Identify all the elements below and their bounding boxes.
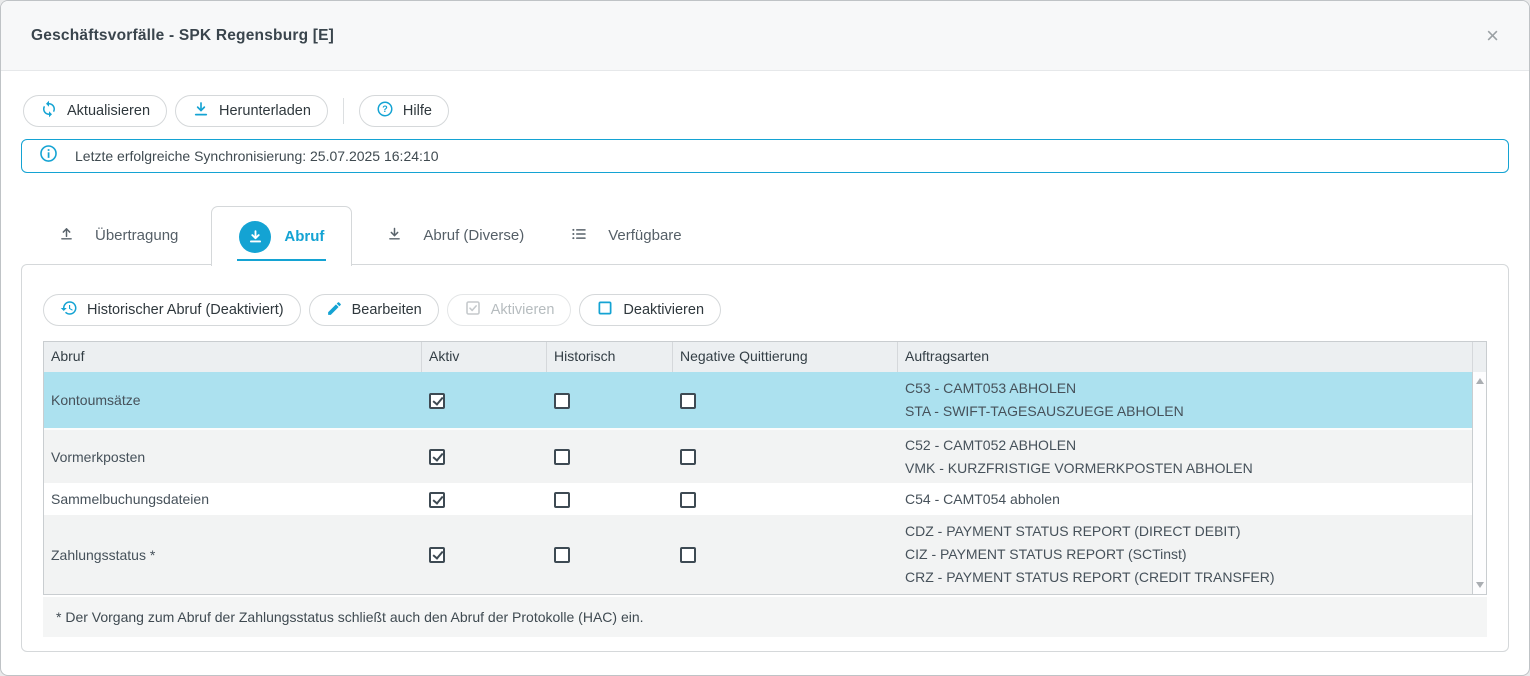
auftragsarten-cell: C54 - CAMT054 abholen	[898, 488, 1472, 511]
close-button[interactable]: ×	[1486, 25, 1499, 47]
scroll-down-icon[interactable]	[1476, 582, 1484, 588]
column-header-abruf: Abruf	[44, 342, 422, 372]
auftragsart-line: VMK - KURZFRISTIGE VORMERKPOSTEN ABHOLEN	[905, 457, 1472, 480]
checkbox-aktiv[interactable]	[429, 547, 445, 563]
auftragsart-line: C53 - CAMT053 ABHOLEN	[905, 377, 1472, 400]
auftragsarten-cell: CDZ - PAYMENT STATUS REPORT (DIRECT DEBI…	[898, 520, 1472, 589]
tab-label: Abruf	[284, 228, 324, 245]
table-header: Abruf Aktiv Historisch Negative Quittier…	[44, 342, 1472, 372]
auftragsart-line: C54 - CAMT054 abholen	[905, 488, 1472, 511]
table-scrollbar[interactable]	[1472, 342, 1486, 594]
refresh-icon	[40, 100, 58, 122]
checkbox-negative-quittierung[interactable]	[680, 449, 696, 465]
tab-abruf[interactable]: Abruf	[211, 206, 352, 266]
refresh-button-label: Aktualisieren	[67, 103, 150, 119]
auftragsart-line: CDZ - PAYMENT STATUS REPORT (DIRECT DEBI…	[905, 520, 1472, 543]
checkbox-aktiv[interactable]	[429, 449, 445, 465]
row-label: Vormerkposten	[44, 449, 422, 465]
footnote-bar: * Der Vorgang zum Abruf der Zahlungsstat…	[43, 597, 1487, 637]
help-button-label: Hilfe	[403, 103, 432, 119]
auftragsart-line: CRZ - PAYMENT STATUS REPORT (CREDIT TRAN…	[905, 566, 1472, 589]
checkbox-checked-icon	[464, 299, 482, 321]
tab-label: Übertragung	[95, 227, 178, 244]
auftragsarten-cell: C53 - CAMT053 ABHOLEN STA - SWIFT-TAGESA…	[898, 377, 1472, 423]
table-row-zahlungsstatus[interactable]: Zahlungsstatus * CDZ - PAYMENT STATUS RE…	[44, 515, 1472, 594]
upload-icon	[58, 225, 75, 246]
checkbox-negative-quittierung[interactable]	[680, 393, 696, 409]
checkbox-historisch[interactable]	[554, 547, 570, 563]
toolbar: Aktualisieren Herunterladen ? Hilfe	[23, 95, 1529, 127]
close-icon: ×	[1486, 23, 1499, 48]
history-icon	[60, 299, 78, 321]
tab-label: Abruf (Diverse)	[423, 227, 524, 244]
download-button-label: Herunterladen	[219, 103, 311, 119]
sync-status-text: Letzte erfolgreiche Synchronisierung: 25…	[75, 148, 438, 164]
checkbox-negative-quittierung[interactable]	[680, 547, 696, 563]
activate-label: Aktivieren	[491, 302, 555, 318]
list-icon	[570, 225, 588, 247]
checkbox-outline-icon	[596, 299, 614, 321]
refresh-button[interactable]: Aktualisieren	[23, 95, 167, 127]
auftragsart-line: C52 - CAMT052 ABHOLEN	[905, 434, 1472, 457]
auftragsarten-cell: C52 - CAMT052 ABHOLEN VMK - KURZFRISTIGE…	[898, 434, 1472, 480]
checkbox-aktiv[interactable]	[429, 393, 445, 409]
auftragsart-line: STA - SWIFT-TAGESAUSZUEGE ABHOLEN	[905, 400, 1472, 423]
dialog-title: Geschäftsvorfälle - SPK Regensburg [E]	[31, 27, 334, 45]
edit-button[interactable]: Bearbeiten	[309, 294, 439, 326]
checkbox-aktiv[interactable]	[429, 492, 445, 508]
column-header-aktiv: Aktiv	[422, 342, 547, 372]
row-label: Zahlungsstatus *	[44, 547, 422, 563]
title-bar: Geschäftsvorfälle - SPK Regensburg [E] ×	[1, 1, 1529, 71]
checkbox-historisch[interactable]	[554, 449, 570, 465]
pencil-icon	[326, 300, 343, 321]
download-icon	[192, 100, 210, 122]
historical-fetch-button[interactable]: Historischer Abruf (Deaktiviert)	[43, 294, 301, 326]
download-icon	[386, 225, 403, 246]
info-icon	[39, 144, 58, 168]
tab-verfuegbare[interactable]: Verfügbare	[544, 206, 701, 265]
action-button-row: Historischer Abruf (Deaktiviert) Bearbei…	[43, 294, 1487, 326]
deactivate-button[interactable]: Deaktivieren	[579, 294, 721, 326]
toolbar-divider	[343, 98, 344, 124]
row-label: Kontoumsätze	[44, 392, 422, 408]
column-header-negative-quittierung: Negative Quittierung	[673, 342, 898, 372]
column-header-historisch: Historisch	[547, 342, 673, 372]
column-header-auftragsarten: Auftragsarten	[898, 342, 1472, 372]
tab-uebertragung[interactable]: Übertragung	[21, 206, 198, 265]
dialog-window: Geschäftsvorfälle - SPK Regensburg [E] ×…	[0, 0, 1530, 676]
activate-button[interactable]: Aktivieren	[447, 294, 572, 326]
checkbox-historisch[interactable]	[554, 492, 570, 508]
tab-bar: Übertragung Abruf Abruf (Diverse) Verfüg…	[21, 206, 1509, 265]
download-circle-icon	[239, 221, 271, 253]
edit-label: Bearbeiten	[352, 302, 422, 318]
table-row-sammelbuchungsdateien[interactable]: Sammelbuchungsdateien C54 - CAMT054 abho…	[44, 483, 1472, 515]
abruf-table: Abruf Aktiv Historisch Negative Quittier…	[43, 341, 1487, 595]
checkbox-negative-quittierung[interactable]	[680, 492, 696, 508]
svg-text:?: ?	[382, 104, 388, 114]
scrollbar-header-cap	[1472, 342, 1486, 372]
tab-label: Verfügbare	[608, 227, 681, 244]
sync-info-banner: Letzte erfolgreiche Synchronisierung: 25…	[21, 139, 1509, 173]
tab-abruf-diverse[interactable]: Abruf (Diverse)	[352, 206, 544, 265]
table-row-kontoumsaetze[interactable]: Kontoumsätze C53 - CAMT053 ABHOLEN STA -…	[44, 372, 1472, 430]
scrollbar-track[interactable]	[1472, 372, 1486, 594]
abruf-tab-panel: Historischer Abruf (Deaktiviert) Bearbei…	[21, 264, 1509, 652]
auftragsart-line: CIZ - PAYMENT STATUS REPORT (SCTinst)	[905, 543, 1472, 566]
historical-fetch-label: Historischer Abruf (Deaktiviert)	[87, 302, 284, 318]
help-icon: ?	[376, 100, 394, 122]
help-button[interactable]: ? Hilfe	[359, 95, 449, 127]
row-label: Sammelbuchungsdateien	[44, 491, 422, 507]
deactivate-label: Deaktivieren	[623, 302, 704, 318]
download-button[interactable]: Herunterladen	[175, 95, 328, 127]
footnote-text: * Der Vorgang zum Abruf der Zahlungsstat…	[56, 609, 644, 625]
scroll-up-icon[interactable]	[1476, 378, 1484, 384]
table-row-vormerkposten[interactable]: Vormerkposten C52 - CAMT052 ABHOLEN VMK …	[44, 430, 1472, 483]
checkbox-historisch[interactable]	[554, 393, 570, 409]
